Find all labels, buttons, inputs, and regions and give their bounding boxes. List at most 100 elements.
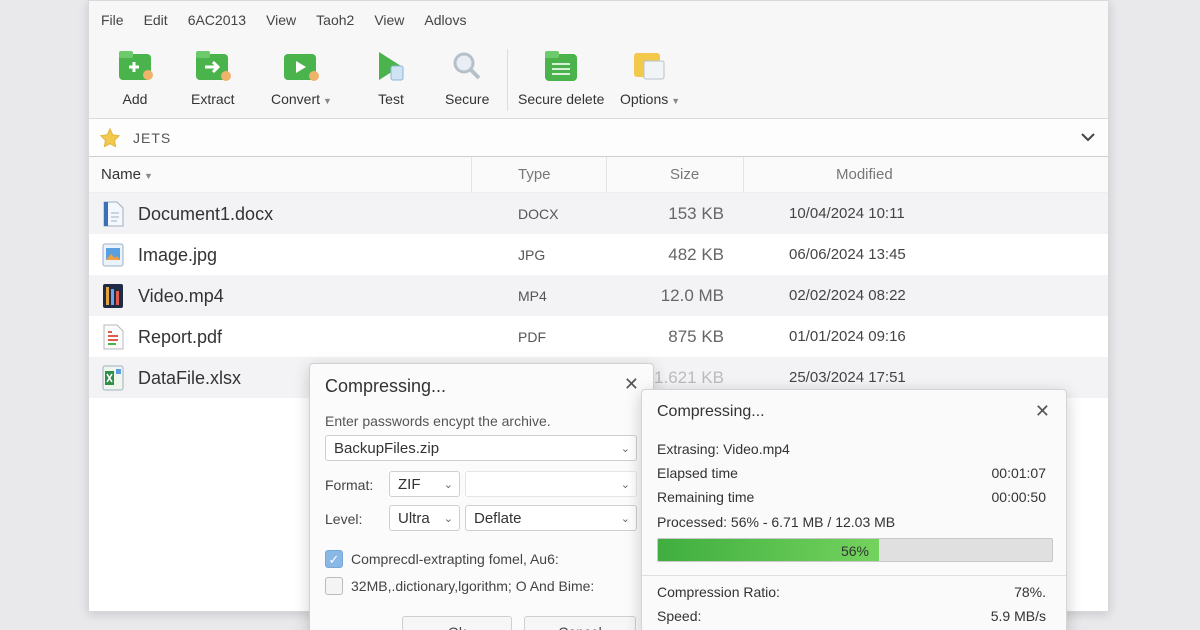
option2-checkbox[interactable] <box>325 577 343 595</box>
file-type: JPG <box>518 247 546 263</box>
extract-label: Extract <box>191 91 235 107</box>
table-row[interactable]: Report.pdf PDF 875 KB 01/01/2024 09:16 <box>89 316 1108 357</box>
convert-button[interactable]: Convert ▼ <box>271 49 332 107</box>
column-divider[interactable] <box>743 157 744 193</box>
add-archive-icon <box>119 51 153 80</box>
menu-taoh2[interactable]: Taoh2 <box>316 12 354 28</box>
test-button[interactable]: Test <box>373 49 409 107</box>
test-label: Test <box>378 91 404 107</box>
file-type: DOCX <box>518 206 559 222</box>
format-select[interactable]: ZIF ⌄ <box>389 471 460 497</box>
speed-label: Speed: <box>657 608 702 624</box>
file-name: Document1.docx <box>138 204 274 224</box>
docx-file-icon <box>103 201 124 227</box>
level-value: Ultra <box>398 509 430 527</box>
file-name: Image.jpg <box>138 245 218 265</box>
close-icon[interactable]: ✕ <box>624 374 639 395</box>
column-name-header[interactable]: Name ▼ <box>101 166 153 183</box>
compress-progress-dialog: Compressing... ✕ Extrasing: Video.mp4 El… <box>641 389 1067 630</box>
elapsed-value: 00:01:07 <box>991 465 1047 481</box>
password-prompt: Enter passwords encypt the archive. <box>325 413 551 429</box>
column-divider[interactable] <box>471 157 472 193</box>
option1-checkbox[interactable]: ✓ <box>325 550 343 568</box>
magnifier-icon <box>453 52 481 80</box>
chevron-down-icon: ⌄ <box>443 479 453 491</box>
file-modified: 10/04/2024 10:11 <box>789 205 905 222</box>
format-value: ZIF <box>398 475 421 493</box>
table-row[interactable]: Video.mp4 MP4 12.0 MB 02/02/2024 08:22 <box>89 275 1108 316</box>
file-type: PDF <box>518 329 546 345</box>
file-name: DataFile.xlsx <box>138 368 242 388</box>
video-file-icon <box>103 284 123 308</box>
column-size-header[interactable]: Size <box>670 166 699 183</box>
chevron-down-icon: ⌄ <box>620 479 630 491</box>
file-size: 1.621 KB <box>654 368 724 387</box>
chevron-down-icon: ⌄ <box>620 513 630 525</box>
dialog-title: Compressing... <box>657 403 765 420</box>
toolbar: Add Extract Convert ▼ Test Secure Secure… <box>89 39 1108 119</box>
menu-6ac2013[interactable]: 6AC2013 <box>188 12 246 28</box>
menu-file[interactable]: File <box>101 12 124 28</box>
image-file-icon <box>102 243 124 267</box>
extract-button[interactable]: Extract <box>191 49 235 107</box>
file-size: 875 KB <box>668 327 724 346</box>
archive-name-select[interactable]: BackupFiles.zip ⌄ <box>325 435 637 461</box>
elapsed-label: Elapsed time <box>657 465 738 481</box>
add-button[interactable]: Add <box>115 49 155 107</box>
column-modified-header[interactable]: Modified <box>836 166 893 183</box>
method-value: Deflate <box>474 509 522 527</box>
secure-label: Secure <box>445 91 490 107</box>
secure-delete-label: Secure delete <box>518 91 605 107</box>
options-folder-icon <box>634 53 665 80</box>
file-name: Video.mp4 <box>138 286 224 306</box>
add-label: Add <box>122 91 148 107</box>
file-type: MP4 <box>518 288 547 304</box>
convert-icon <box>284 54 320 81</box>
secure-delete-button[interactable]: Secure delete <box>518 49 604 107</box>
options-button[interactable]: Options ▼ <box>620 49 680 107</box>
menu-bar: File Edit 6AC2013 View Taoh2 View Adlovs <box>89 1 1108 39</box>
cancel-button[interactable]: Cancel <box>524 616 636 630</box>
options-label: Options ▼ <box>620 91 681 107</box>
current-file: Extrasing: Video.mp4 <box>657 441 790 457</box>
table-row[interactable]: Document1.docx DOCX 153 KB 10/04/2024 10… <box>89 193 1108 234</box>
file-modified: 25/03/2024 17:51 <box>789 369 906 386</box>
compress-options-dialog: Compressing... ✕ Enter passwords encypt … <box>309 363 654 630</box>
format-label: Format: <box>325 477 374 493</box>
menu-view-2[interactable]: View <box>374 12 404 28</box>
option1-label: Comprecdl-extrapting fomel, Au6: <box>351 551 559 567</box>
remaining-label: Remaining time <box>657 489 755 505</box>
file-list-header: Name ▼ Type Size Modified <box>89 157 1108 193</box>
remaining-value: 00:00:50 <box>991 489 1047 505</box>
column-divider[interactable] <box>606 157 607 193</box>
pdf-file-icon <box>103 324 124 350</box>
divider <box>642 575 1066 576</box>
current-path: JETS <box>133 129 172 146</box>
menu-view[interactable]: View <box>266 12 296 28</box>
level-select[interactable]: Ultra ⌄ <box>389 505 460 531</box>
path-bar[interactable]: JETS <box>89 119 1108 157</box>
chevron-down-icon[interactable] <box>1078 127 1098 147</box>
column-type-header[interactable]: Type <box>518 166 551 183</box>
method-select[interactable]: Deflate ⌄ <box>465 505 637 531</box>
spreadsheet-file-icon <box>102 365 124 391</box>
menu-adlovs[interactable]: Adlovs <box>424 12 466 28</box>
progress-bar: 56% <box>657 538 1053 562</box>
ok-button[interactable]: Ok <box>402 616 512 630</box>
file-modified: 02/02/2024 08:22 <box>789 287 906 304</box>
close-icon[interactable]: ✕ <box>1035 401 1050 422</box>
progress-text: 56% <box>840 543 870 559</box>
option2-label: 32MB,.dictionary,lgorithm; O And Bime: <box>351 578 595 594</box>
archive-name-value: BackupFiles.zip <box>334 439 440 457</box>
toolbar-separator <box>507 49 508 111</box>
test-icon <box>379 52 404 81</box>
dialog-title: Compressing... <box>325 376 447 396</box>
menu-edit[interactable]: Edit <box>144 12 168 28</box>
secure-button[interactable]: Secure <box>445 49 489 107</box>
format-extra-select[interactable]: ⌄ <box>465 471 637 497</box>
convert-label: Convert ▼ <box>271 91 332 107</box>
favorite-star-icon[interactable] <box>99 127 121 149</box>
extract-icon <box>195 51 231 81</box>
table-row[interactable]: Image.jpg JPG 482 KB 06/06/2024 13:45 <box>89 234 1108 275</box>
processed-status: Processed: 56% - 6.71 MB / 12.03 MB <box>657 514 896 530</box>
